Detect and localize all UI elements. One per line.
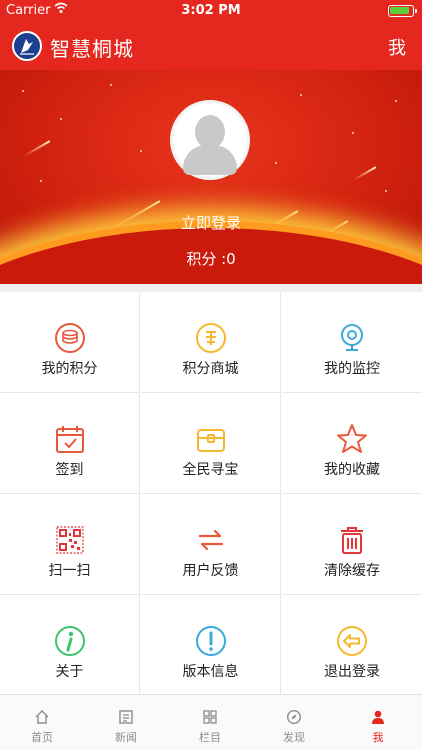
menu-item-my-monitor[interactable]: 我的监控 xyxy=(282,292,422,393)
tab-label: 首页 xyxy=(31,731,53,744)
star-decoration xyxy=(60,118,62,120)
star-icon xyxy=(282,423,422,457)
tab-columns[interactable]: 栏目 xyxy=(168,695,252,750)
menu-item-feedback[interactable]: 用户反馈 xyxy=(141,494,281,595)
profile-banner: 立即登录 积分 :0 xyxy=(0,70,422,284)
menu-item-check-in[interactable]: 签到 xyxy=(0,393,140,494)
meteor-decoration xyxy=(352,166,377,181)
tab-me[interactable]: 我 xyxy=(336,695,420,750)
menu-item-label: 版本信息 xyxy=(182,664,239,680)
menu-grid: 我的积分 积分商城 我的监控 签到 全民寻宝 我的收藏 扫一扫 用户反馈 清除缓… xyxy=(0,292,422,694)
menu-item-label: 扫一扫 xyxy=(48,563,91,579)
nav-right-label: 我 xyxy=(388,38,406,59)
menu-item-my-favorites[interactable]: 我的收藏 xyxy=(282,393,422,494)
camera-icon xyxy=(282,322,422,356)
tab-label: 发现 xyxy=(283,731,305,744)
app-title: 智慧桐城 xyxy=(50,37,134,61)
login-button[interactable]: 立即登录 xyxy=(0,212,422,233)
menu-item-label: 签到 xyxy=(55,462,84,478)
star-decoration xyxy=(140,150,142,152)
tab-home[interactable]: 首页 xyxy=(0,695,84,750)
status-bar: Carrier 3:02 PM xyxy=(0,0,422,22)
app-logo-icon xyxy=(12,31,42,61)
star-decoration xyxy=(385,190,387,192)
menu-item-label: 全民寻宝 xyxy=(182,462,239,478)
menu-item-label: 我的积分 xyxy=(41,361,98,377)
battery-icon xyxy=(388,5,417,17)
coins-icon xyxy=(0,322,139,356)
menu-item-my-points[interactable]: 我的积分 xyxy=(0,292,140,393)
star-decoration xyxy=(395,100,397,102)
star-decoration xyxy=(22,90,24,92)
feedback-arrows-icon xyxy=(141,524,280,558)
qr-code-icon xyxy=(0,524,139,558)
menu-item-label: 关于 xyxy=(55,664,84,680)
tab-label: 我 xyxy=(372,731,384,744)
trash-icon xyxy=(282,524,422,558)
avatar-head xyxy=(195,115,225,149)
calendar-check-icon xyxy=(0,423,139,457)
section-divider xyxy=(0,284,422,292)
menu-item-label: 积分商城 xyxy=(182,361,239,377)
menu-item-treasure-hunt[interactable]: 全民寻宝 xyxy=(141,393,281,494)
treasure-chest-icon xyxy=(141,423,280,457)
menu-item-version-info[interactable]: 版本信息 xyxy=(141,595,281,694)
star-decoration xyxy=(300,94,302,96)
menu-item-label: 清除缓存 xyxy=(324,563,380,579)
tab-label: 新闻 xyxy=(115,731,137,744)
avatar-body xyxy=(183,145,237,175)
star-decoration xyxy=(275,162,277,164)
menu-item-label: 我的监控 xyxy=(324,361,380,377)
menu-item-clear-cache[interactable]: 清除缓存 xyxy=(282,494,422,595)
star-decoration xyxy=(110,84,112,86)
avatar[interactable] xyxy=(170,100,250,180)
menu-item-about[interactable]: 关于 xyxy=(0,595,140,694)
shopping-coin-icon xyxy=(141,322,280,356)
points-label: 积分 :0 xyxy=(186,250,236,268)
star-decoration xyxy=(40,180,42,182)
tab-label: 栏目 xyxy=(199,731,221,744)
star-decoration xyxy=(352,132,354,134)
info-icon xyxy=(0,625,139,659)
clock: 3:02 PM xyxy=(181,3,241,18)
tab-news[interactable]: 新闻 xyxy=(84,695,168,750)
tab-bar: 首页 新闻 栏目 发现 我 xyxy=(0,694,422,750)
menu-item-scan[interactable]: 扫一扫 xyxy=(0,494,140,595)
screen: Carrier 3:02 PM 智慧桐城 我 立即登录 积分:0 我的积分 积… xyxy=(0,0,422,750)
menu-item-label: 退出登录 xyxy=(324,664,380,680)
alert-icon xyxy=(141,625,280,659)
logout-icon xyxy=(282,625,422,659)
menu-item-points-mall[interactable]: 积分商城 xyxy=(141,292,281,393)
menu-item-logout[interactable]: 退出登录 xyxy=(282,595,422,694)
menu-item-label: 我的收藏 xyxy=(324,462,380,478)
menu-item-label: 用户反馈 xyxy=(182,563,239,579)
meteor-decoration xyxy=(23,140,51,157)
tab-discover[interactable]: 发现 xyxy=(252,695,336,750)
nav-bar: 智慧桐城 我 xyxy=(0,22,422,70)
